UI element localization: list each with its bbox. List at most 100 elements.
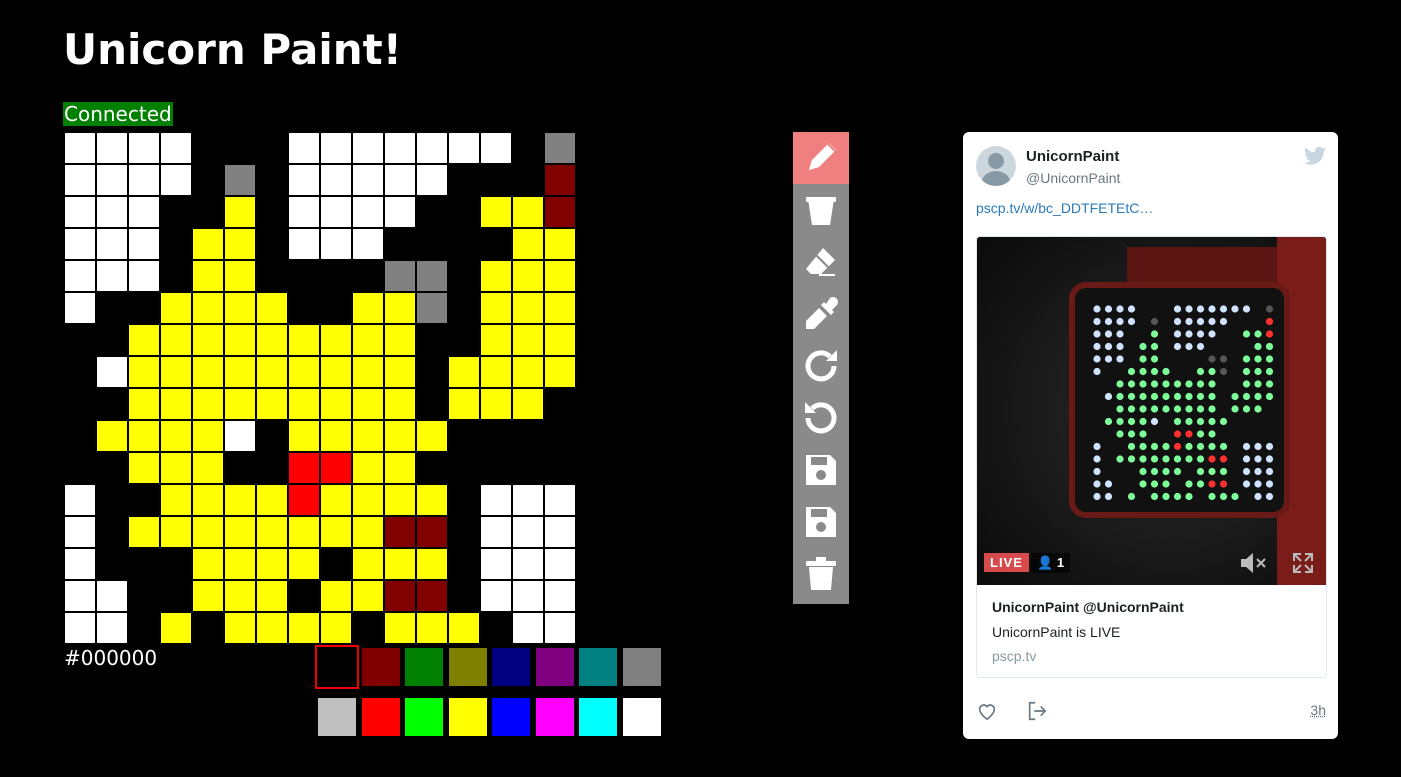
pencil-tool-button[interactable] <box>793 132 849 184</box>
pixel-cell[interactable] <box>384 516 416 548</box>
save-tool-button[interactable] <box>793 496 849 548</box>
pixel-cell[interactable] <box>96 452 128 484</box>
pixel-cell[interactable] <box>96 388 128 420</box>
pixel-cell[interactable] <box>160 516 192 548</box>
pixel-cell[interactable] <box>192 388 224 420</box>
pixel-cell[interactable] <box>512 164 544 196</box>
pixel-cell[interactable] <box>416 516 448 548</box>
pixel-cell[interactable] <box>416 324 448 356</box>
pixel-cell[interactable] <box>544 164 576 196</box>
pixel-cell[interactable] <box>384 132 416 164</box>
color-swatch[interactable] <box>318 697 356 736</box>
pixel-cell[interactable] <box>224 388 256 420</box>
video-thumbnail[interactable]: LIVE 👤 1 <box>977 237 1326 585</box>
pixel-cell[interactable] <box>512 388 544 420</box>
pixel-cell[interactable] <box>384 292 416 324</box>
redo-tool-button[interactable] <box>793 340 849 392</box>
pixel-cell[interactable] <box>288 388 320 420</box>
pixel-cell[interactable] <box>256 580 288 612</box>
avatar[interactable] <box>976 146 1016 186</box>
pixel-cell[interactable] <box>448 484 480 516</box>
pixel-cell[interactable] <box>224 580 256 612</box>
pixel-cell[interactable] <box>64 196 96 228</box>
pixel-cell[interactable] <box>160 612 192 644</box>
pixel-cell[interactable] <box>64 388 96 420</box>
pixel-cell[interactable] <box>288 228 320 260</box>
pixel-cell[interactable] <box>352 516 384 548</box>
pixel-cell[interactable] <box>96 484 128 516</box>
trash-tool-button[interactable] <box>793 548 849 600</box>
pixel-cell[interactable] <box>480 452 512 484</box>
mute-icon[interactable] <box>1239 551 1269 575</box>
pixel-cell[interactable] <box>288 548 320 580</box>
like-heart-icon[interactable] <box>976 700 998 722</box>
pixel-cell[interactable] <box>416 164 448 196</box>
color-swatch[interactable] <box>535 648 574 686</box>
pixel-cell[interactable] <box>64 356 96 388</box>
pixel-cell[interactable] <box>64 292 96 324</box>
pixel-cell[interactable] <box>160 324 192 356</box>
pixel-cell[interactable] <box>224 164 256 196</box>
pixel-cell[interactable] <box>64 260 96 292</box>
pixel-cell[interactable] <box>160 580 192 612</box>
pixel-cell[interactable] <box>288 612 320 644</box>
periscope-link[interactable]: pscp.tv/w/bc_DDTFETEtC… <box>976 200 1153 216</box>
pixel-cell[interactable] <box>96 612 128 644</box>
pixel-cell[interactable] <box>128 132 160 164</box>
pixel-cell[interactable] <box>352 228 384 260</box>
pixel-cell[interactable] <box>160 420 192 452</box>
pixel-cell[interactable] <box>512 420 544 452</box>
pixel-cell[interactable] <box>288 580 320 612</box>
pixel-cell[interactable] <box>352 260 384 292</box>
pixel-cell[interactable] <box>448 420 480 452</box>
pixel-cell[interactable] <box>544 484 576 516</box>
pixel-cell[interactable] <box>544 580 576 612</box>
color-swatch[interactable] <box>361 648 400 686</box>
pixel-cell[interactable] <box>64 516 96 548</box>
pixel-cell[interactable] <box>480 612 512 644</box>
pixel-cell[interactable] <box>544 260 576 292</box>
pixel-cell[interactable] <box>544 452 576 484</box>
pixel-cell[interactable] <box>320 132 352 164</box>
pixel-cell[interactable] <box>192 292 224 324</box>
pixel-cell[interactable] <box>128 356 160 388</box>
pixel-cell[interactable] <box>480 580 512 612</box>
pixel-cell[interactable] <box>480 196 512 228</box>
pixel-cell[interactable] <box>320 164 352 196</box>
pixel-cell[interactable] <box>480 356 512 388</box>
color-swatch[interactable] <box>579 648 617 686</box>
pixel-cell[interactable] <box>320 612 352 644</box>
pixel-cell[interactable] <box>224 260 256 292</box>
pixel-cell[interactable] <box>320 228 352 260</box>
pixel-cell[interactable] <box>320 484 352 516</box>
pixel-cell[interactable] <box>224 356 256 388</box>
pixel-cell[interactable] <box>384 228 416 260</box>
pixel-cell[interactable] <box>256 324 288 356</box>
color-swatch[interactable] <box>361 697 400 736</box>
pixel-cell[interactable] <box>256 356 288 388</box>
pixel-cell[interactable] <box>288 484 320 516</box>
pixel-cell[interactable] <box>448 324 480 356</box>
pixel-cell[interactable] <box>64 484 96 516</box>
pixel-cell[interactable] <box>480 292 512 324</box>
tweet-username[interactable]: UnicornPaint <box>1026 148 1119 165</box>
pixel-cell[interactable] <box>320 580 352 612</box>
pixel-cell[interactable] <box>384 196 416 228</box>
pixel-cell[interactable] <box>128 612 160 644</box>
color-swatch[interactable] <box>622 697 661 736</box>
eyedropper-tool-button[interactable] <box>793 288 849 340</box>
pixel-cell[interactable] <box>256 548 288 580</box>
eraser-tool-button[interactable] <box>793 236 849 288</box>
pixel-cell[interactable] <box>224 484 256 516</box>
pixel-grid[interactable] <box>64 132 576 644</box>
pixel-cell[interactable] <box>352 132 384 164</box>
pixel-cell[interactable] <box>416 228 448 260</box>
pixel-cell[interactable] <box>384 164 416 196</box>
pixel-cell[interactable] <box>480 324 512 356</box>
pixel-cell[interactable] <box>64 132 96 164</box>
pixel-cell[interactable] <box>480 548 512 580</box>
pixel-cell[interactable] <box>128 484 160 516</box>
pixel-cell[interactable] <box>352 292 384 324</box>
pixel-cell[interactable] <box>320 260 352 292</box>
pixel-cell[interactable] <box>480 484 512 516</box>
